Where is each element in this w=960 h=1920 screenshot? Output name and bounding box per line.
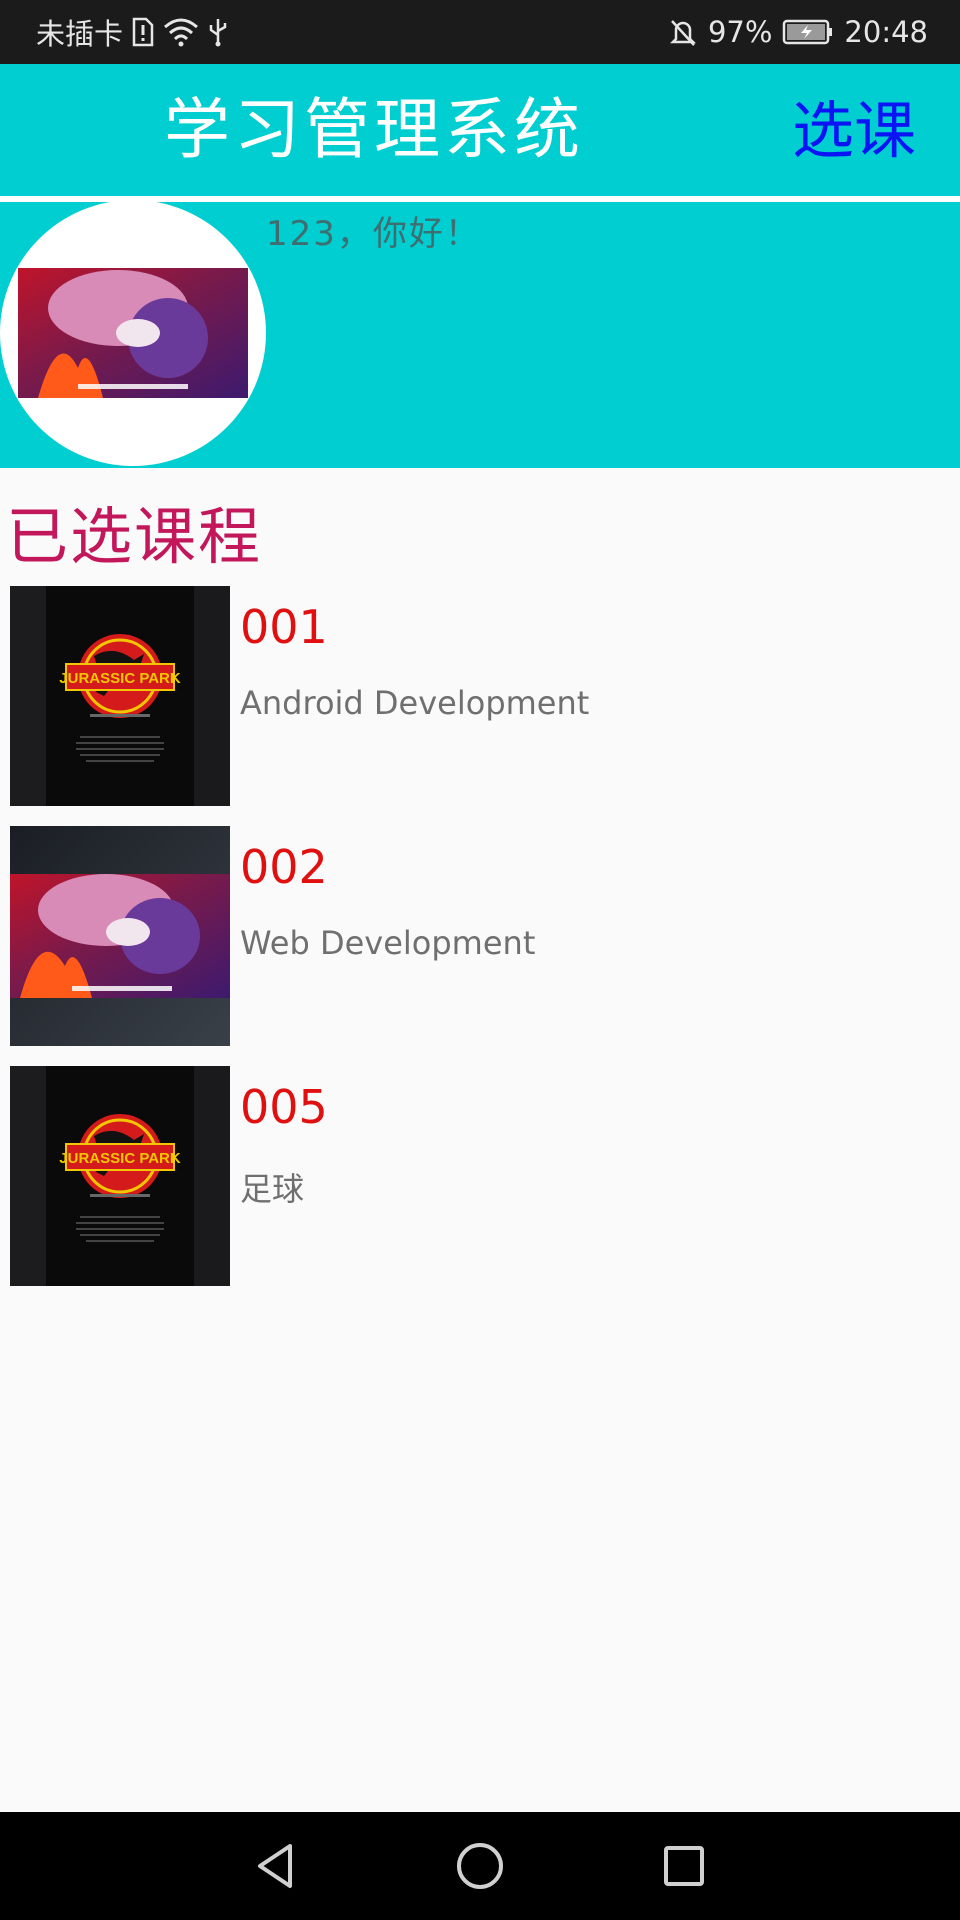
wifi-icon bbox=[163, 17, 199, 47]
profile-header: 123，你好！ bbox=[0, 200, 960, 468]
course-id: 001 bbox=[240, 600, 328, 654]
avatar[interactable] bbox=[0, 200, 266, 466]
app-bar: 学习管理系统 选课 bbox=[0, 64, 960, 196]
sim-alert-icon bbox=[131, 17, 155, 47]
usb-icon bbox=[207, 17, 229, 47]
course-list: JURASSIC PARK 001 Android Development 00… bbox=[0, 586, 960, 1306]
course-name: Android Development bbox=[240, 684, 590, 722]
greeting-text: 123，你好！ bbox=[266, 214, 481, 254]
status-right: 97% 20:48 bbox=[668, 0, 928, 64]
select-course-button[interactable]: 选课 bbox=[792, 94, 916, 168]
course-item[interactable]: 002 Web Development bbox=[0, 826, 960, 1066]
app-title: 学习管理系统 bbox=[164, 91, 584, 168]
course-id: 005 bbox=[240, 1080, 328, 1134]
avatar-image bbox=[18, 268, 248, 398]
carrier-text: 未插卡 bbox=[36, 17, 124, 51]
course-item[interactable]: JURASSIC PARK 005 足球 bbox=[0, 1066, 960, 1306]
system-nav-bar bbox=[0, 1812, 960, 1920]
status-bar: 未插卡 97% 20:48 bbox=[0, 0, 960, 64]
poster-title: JURASSIC PARK bbox=[59, 1150, 181, 1167]
course-name: 足球 bbox=[240, 1170, 305, 1208]
course-thumbnail: JURASSIC PARK bbox=[10, 586, 230, 806]
battery-charging-icon bbox=[782, 18, 834, 46]
back-icon[interactable] bbox=[244, 1834, 308, 1898]
status-left: 未插卡 bbox=[36, 0, 229, 64]
course-thumbnail bbox=[10, 826, 230, 1046]
clock: 20:48 bbox=[844, 15, 928, 49]
course-name: Web Development bbox=[240, 924, 536, 962]
battery-percent: 97% bbox=[707, 15, 773, 49]
selected-courses-heading: 已选课程 bbox=[6, 500, 263, 573]
home-icon[interactable] bbox=[448, 1834, 512, 1898]
course-id: 002 bbox=[240, 840, 328, 894]
mute-bell-icon bbox=[668, 17, 698, 47]
poster-title: JURASSIC PARK bbox=[59, 670, 181, 687]
recents-icon[interactable] bbox=[652, 1834, 716, 1898]
course-item[interactable]: JURASSIC PARK 001 Android Development bbox=[0, 586, 960, 826]
course-thumbnail: JURASSIC PARK bbox=[10, 1066, 230, 1286]
